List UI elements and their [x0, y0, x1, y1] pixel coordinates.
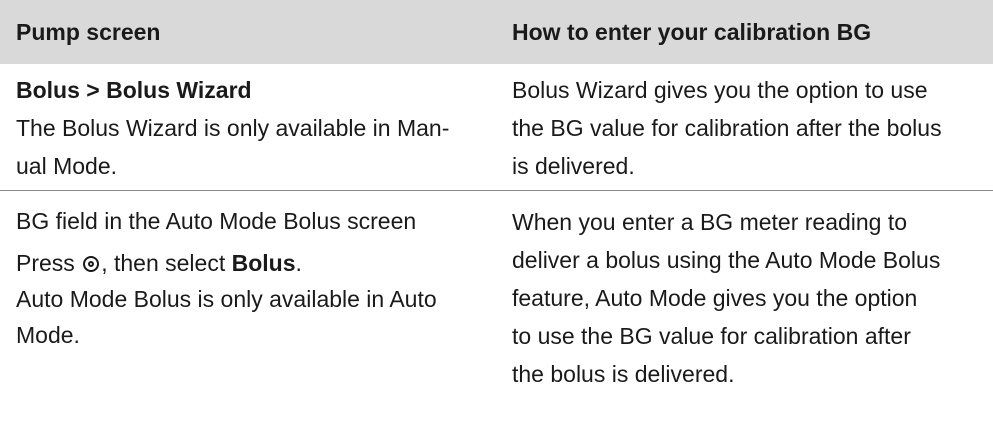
table-row: Bolus > Bolus Wizard The Bolus Wizard is… [0, 64, 993, 191]
press-suffix: . [295, 250, 302, 276]
pump-screen-cell: BG field in the Auto Mode Bolus screen P… [0, 191, 510, 424]
screen-note-line: The Bolus Wizard is only available in Ma… [16, 115, 450, 141]
header-pump-screen: Pump screen [16, 18, 161, 45]
screen-title: Bolus > Bolus Wizard [16, 77, 252, 103]
instructions-line: Bolus Wizard gives you the option to use [512, 77, 928, 103]
select-button-icon [83, 256, 100, 272]
header-how-to-enter: How to enter your calibration BG [512, 18, 872, 45]
screen-note-line: Auto Mode Bolus is only available in Aut… [16, 286, 437, 312]
screen-note-line: Mode. [16, 322, 80, 348]
instructions-line: is delivered. [512, 153, 635, 179]
table-row: BG field in the Auto Mode Bolus screen P… [0, 191, 993, 424]
calibration-table: Pump screen How to enter your calibratio… [0, 0, 993, 424]
press-prefix: Press [16, 250, 75, 276]
instructions-cell: When you enter a BG meter reading to del… [510, 191, 993, 424]
screen-title: BG field in the Auto Mode Bolus screen [16, 208, 417, 234]
pump-screen-cell: Bolus > Bolus Wizard The Bolus Wizard is… [0, 64, 510, 190]
bolus-menu-label: Bolus [231, 250, 296, 276]
table-header-row: Pump screen How to enter your calibratio… [0, 0, 993, 64]
instructions-line: feature, Auto Mode gives you the option [512, 285, 918, 311]
instructions-line: to use the BG value for calibration afte… [512, 323, 911, 349]
instructions-line: deliver a bolus using the Auto Mode Bolu… [512, 247, 941, 273]
instructions-line: When you enter a BG meter reading to [512, 209, 908, 235]
instructions-line: the bolus is delivered. [512, 361, 735, 387]
press-middle: , then select [101, 250, 226, 276]
press-instruction: Press , then select Bolus. [16, 245, 506, 281]
instructions-line: the BG value for calibration after the b… [512, 115, 942, 141]
instructions-cell: Bolus Wizard gives you the option to use… [510, 64, 993, 190]
screen-note-line: ual Mode. [16, 153, 118, 179]
